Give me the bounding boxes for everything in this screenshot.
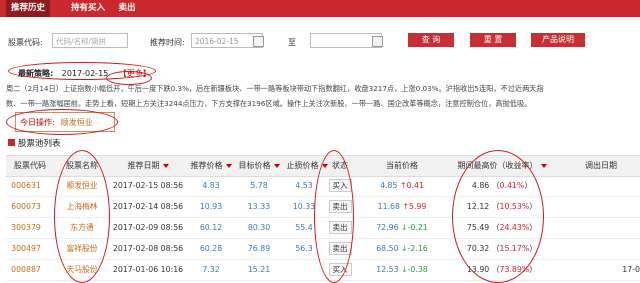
- news-line-2: 数、一带一路涨幅居前。走势上看，短期上方关注3244点压力，下方支撑在3196区…: [6, 99, 532, 108]
- out-date: [562, 218, 640, 238]
- target-price: 13.33: [247, 202, 271, 211]
- stock-code[interactable]: 600073: [6, 197, 46, 217]
- query-button[interactable]: 查 询: [408, 33, 454, 47]
- news-line-1: 周二（2月14日）上证指数小幅低开，午后一度下跌0.3%，后在新疆板块、一带一路…: [6, 84, 544, 93]
- col-current-price[interactable]: 当前价格: [358, 156, 446, 176]
- change-value: -2.16: [407, 244, 428, 253]
- annotation-ellipse-status: [314, 150, 354, 283]
- cur-price: 68.50: [376, 244, 399, 253]
- col-stop-price-label: 止损价格: [286, 161, 319, 170]
- annotation-ellipse-more: [106, 71, 152, 85]
- out-date: 17-0: [622, 265, 640, 274]
- change-value: 5.99: [408, 202, 427, 211]
- annotation-ellipse-returns: [452, 150, 544, 283]
- stock-code[interactable]: 300379: [6, 218, 46, 238]
- product-help-button[interactable]: 产品说明: [531, 33, 585, 47]
- time-label: 推荐时间:: [150, 38, 185, 47]
- current-price: 12.53 ↓-0.38: [358, 260, 446, 280]
- cur-price: 11.68: [377, 202, 400, 211]
- current-price: 4.85 ↑0.41: [358, 176, 446, 196]
- rec-date: 2017-02-14 08:56: [112, 202, 184, 211]
- col-out-date[interactable]: 调出日期: [562, 156, 640, 176]
- cur-price: 12.53: [376, 265, 399, 274]
- tab-sell[interactable]: 卖出: [113, 0, 141, 17]
- stock-code[interactable]: 000631: [6, 176, 46, 196]
- cur-price: 4.85: [380, 181, 398, 190]
- rec-price: 10.93: [199, 202, 223, 211]
- reset-button[interactable]: 重 置: [470, 33, 516, 47]
- annotation-ellipse-today: [6, 109, 118, 135]
- rec-price: 4.83: [202, 181, 220, 190]
- stock-code[interactable]: 000887: [6, 260, 46, 280]
- calendar-icon[interactable]: [372, 36, 383, 47]
- target-price: 76.89: [247, 244, 271, 253]
- cur-price: 72.96: [376, 223, 399, 232]
- col-target-price[interactable]: 目标价格: [236, 156, 282, 176]
- rec-date: 2017-02-09 08:56: [112, 223, 184, 232]
- sort-icon[interactable]: [162, 163, 169, 168]
- current-price: 11.68 ↑5.99: [358, 197, 446, 217]
- col-target-price-label: 目标价格: [238, 161, 271, 170]
- col-rec-date-label: 推荐日期: [127, 161, 160, 170]
- top-tab-bar: 推荐历史 持有买入 卖出: [0, 0, 640, 17]
- change-value: -0.21: [407, 223, 428, 232]
- pool-title: 股票池列表: [18, 139, 61, 149]
- rec-price: 7.32: [202, 265, 220, 274]
- tab-recommend-history[interactable]: 推荐历史: [6, 0, 50, 17]
- rec-price: 60.12: [199, 223, 223, 232]
- out-date: [562, 197, 640, 217]
- to-label: 至: [288, 38, 296, 47]
- target-price: 15.21: [247, 265, 271, 274]
- code-label: 股票代码:: [8, 38, 43, 47]
- current-price: 72.96 ↓-0.21: [358, 218, 446, 238]
- col-rec-price-label: 推荐价格: [190, 161, 223, 170]
- annotation-ellipse-names: [54, 150, 110, 283]
- sort-icon[interactable]: [273, 163, 280, 168]
- tab-hold-buy[interactable]: 持有买入: [68, 0, 108, 17]
- calendar-icon[interactable]: [253, 36, 264, 47]
- out-date: [562, 239, 640, 259]
- stock-code[interactable]: 300497: [6, 239, 46, 259]
- out-date: [562, 176, 640, 196]
- rec-price: 60.28: [199, 244, 223, 253]
- list-icon: [8, 139, 15, 146]
- change-value: 0.41: [406, 181, 424, 190]
- rec-date: 2017-02-08 08:56: [112, 244, 184, 253]
- target-price: 5.78: [250, 181, 268, 190]
- col-code[interactable]: 股票代码: [6, 156, 54, 176]
- sort-icon[interactable]: [225, 163, 232, 168]
- rec-date: 2017-02-15 08:56: [112, 181, 184, 190]
- stop-price: [284, 260, 324, 280]
- col-rec-price[interactable]: 推荐价格: [188, 156, 234, 176]
- sort-icon[interactable]: [540, 163, 547, 168]
- col-rec-date[interactable]: 推荐日期: [110, 156, 186, 176]
- news-body: 周二（2月14日）上证指数小幅低开，午后一度下跌0.3%，后在新疆板块、一带一路…: [6, 81, 636, 111]
- rec-date: 2017-01-06 10:16: [112, 265, 184, 274]
- target-price: 80.30: [247, 223, 271, 232]
- code-input[interactable]: 代码/名称/简拼: [52, 33, 128, 48]
- change-value: -0.38: [407, 265, 428, 274]
- current-price: 68.50 ↓-2.16: [358, 239, 446, 259]
